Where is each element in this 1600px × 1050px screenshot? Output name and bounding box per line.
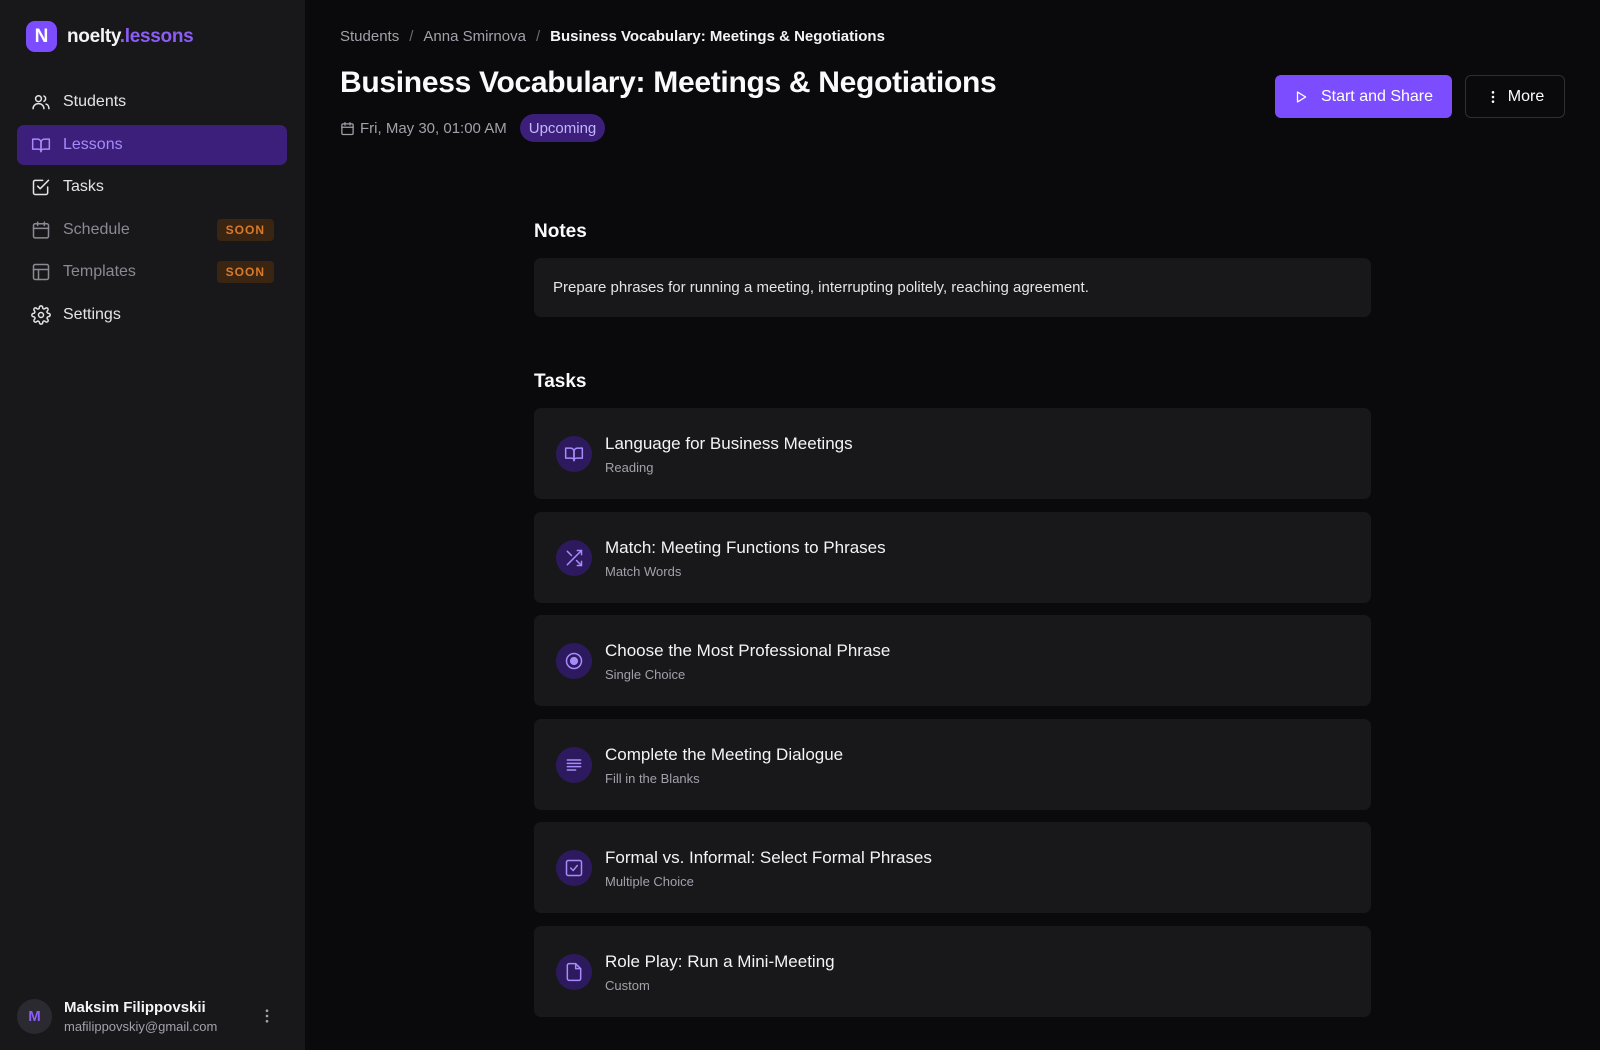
task-title: Role Play: Run a Mini-Meeting [605,951,835,971]
sidebar-nav: Students Lessons Tasks Schedule SOON Tem… [17,82,287,337]
kebab-menu-icon[interactable] [257,1006,277,1026]
breadcrumb-student[interactable]: Anna Smirnova [423,28,526,45]
text-lines-icon [556,746,592,783]
checkbox-icon [556,850,592,886]
soon-badge: SOON [216,261,274,283]
soon-badge: SOON [216,218,274,241]
file-icon [556,953,592,990]
task-card[interactable]: Formal vs. Informal: Select Formal Phras… [534,822,1371,913]
task-title: Match: Meeting Functions to Phrases [605,537,886,557]
task-list: Language for Business Meetings Reading M… [534,408,1371,1029]
main-content: Students / Anna Smirnova / Business Voca… [305,0,1600,1050]
sidebar-item-label: Tasks [63,178,104,195]
play-icon [1296,90,1307,103]
task-title: Language for Business Meetings [605,434,853,453]
task-type: Multiple Choice [605,874,694,889]
page-title: Business Vocabulary: Meetings & Negotiat… [340,66,997,99]
task-card[interactable]: Role Play: Run a Mini-Meeting Custom [534,925,1371,1017]
brand-name: noelty.lessons [67,25,194,47]
sidebar-item-tasks[interactable]: Tasks [17,167,287,207]
task-title: Choose the Most Professional Phrase [605,641,891,660]
task-title: Complete the Meeting Dialogue [605,744,844,764]
user-email: mafilippovskiy@gmail.com [64,1018,218,1034]
task-card[interactable]: Match: Meeting Functions to Phrases Matc… [534,511,1371,603]
sidebar-item-label: Schedule [63,220,130,238]
user-name: Maksim Filippovskii [64,998,206,1016]
sidebar: N noelty.lessons Students Lessons Tasks [0,0,305,1050]
task-title: Formal vs. Informal: Select Formal Phras… [605,848,932,867]
brand[interactable]: N noelty.lessons [26,21,194,52]
calendar-icon [341,121,354,135]
radio-icon [556,643,592,679]
task-type: Reading [605,460,654,475]
breadcrumb-students[interactable]: Students [340,28,399,45]
sidebar-item-schedule[interactable]: Schedule SOON [17,210,287,250]
sidebar-item-label: Students [63,93,127,110]
sidebar-item-students[interactable]: Students [17,82,287,122]
task-type: Match Words [605,563,682,579]
breadcrumb: Students / Anna Smirnova / Business Voca… [340,28,885,45]
kebab-menu-icon [1491,90,1495,103]
user-info: Maksim Filippovskii mafilippovskiy@gmail… [64,999,217,1034]
sidebar-item-settings[interactable]: Settings [17,295,287,335]
check-square-icon [31,177,51,197]
sidebar-item-label: Lessons [63,135,123,153]
task-card[interactable]: Language for Business Meetings Reading [534,408,1371,499]
calendar-icon [31,220,51,240]
sidebar-item-templates[interactable]: Templates SOON [17,252,287,292]
task-card[interactable]: Complete the Meeting Dialogue Fill in th… [534,718,1371,810]
task-type: Fill in the Blanks [605,770,700,786]
book-open-icon [556,436,592,472]
sidebar-item-label: Settings [63,305,121,323]
status-badge: Upcoming [519,114,606,142]
breadcrumb-separator: / [535,28,541,45]
lesson-meta: Fri, May 30, 01:00 AM Upcoming [340,114,606,142]
task-type: Custom [605,977,650,993]
book-open-icon [31,135,51,155]
task-type: Single Choice [605,667,686,682]
user-profile[interactable]: M Maksim Filippovskii mafilippovskiy@gma… [17,996,287,1036]
layout-icon [31,262,51,282]
more-label: More [1507,87,1545,105]
shuffle-icon [556,539,592,576]
notes-box: Prepare phrases for running a meeting, i… [534,258,1371,317]
brand-logo: N [26,21,57,52]
notes-heading: Notes [534,221,587,242]
more-button[interactable]: More [1465,75,1565,118]
breadcrumb-separator: / [409,28,414,45]
tasks-heading: Tasks [534,371,587,392]
task-card[interactable]: Choose the Most Professional Phrase Sing… [534,615,1371,706]
lesson-datetime: Fri, May 30, 01:00 AM [360,119,507,137]
breadcrumb-current: Business Vocabulary: Meetings & Negotiat… [550,28,885,45]
sidebar-item-label: Templates [63,263,136,280]
start-and-share-button[interactable]: Start and Share [1275,75,1452,118]
avatar: M [17,998,52,1034]
gear-icon [31,304,51,325]
sidebar-item-lessons[interactable]: Lessons [17,124,287,165]
users-icon [31,92,51,112]
start-and-share-label: Start and Share [1320,87,1434,105]
